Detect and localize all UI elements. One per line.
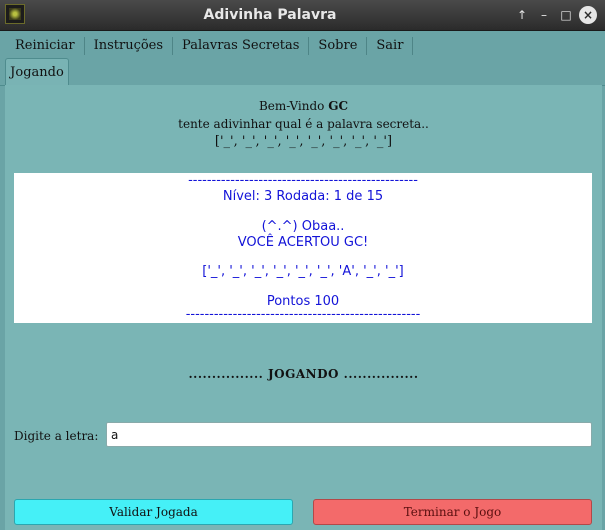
minimize-icon[interactable]: –: [535, 6, 553, 24]
menu-item-reiniciar[interactable]: Reiniciar: [6, 37, 85, 55]
menu-item-palavras-secretas[interactable]: Palavras Secretas: [173, 37, 310, 55]
secret-word-mask: ['_', '_', '_', '_', '_', '_', '_', '_']: [214, 134, 393, 149]
level-round-text: Nível: 3 Rodada: 1 de 15: [222, 189, 384, 204]
maximize-icon[interactable]: □: [557, 6, 575, 24]
validate-play-button[interactable]: Validar Jogada: [14, 499, 293, 525]
instruction-text: tente adivinhar qual é a palavra secreta…: [178, 117, 429, 131]
tab-strip: Jogando: [0, 58, 605, 86]
keep-above-icon[interactable]: ↑: [513, 6, 531, 24]
end-game-button[interactable]: Terminar o Jogo: [313, 499, 592, 525]
player-name: GC: [328, 99, 349, 113]
window-controls: ↑ – □ ×: [513, 0, 597, 30]
menu-bar: Reiniciar Instruções Palavras Secretas S…: [0, 31, 605, 59]
window-title: Adivinha Palavra: [203, 7, 337, 23]
welcome-block: Bem-Vindo GC tente adivinhar qual é a pa…: [5, 97, 602, 151]
emote-text: (^.^) Obaa..: [261, 219, 345, 234]
letter-input[interactable]: [106, 422, 592, 447]
greeting-text: Bem-Vindo: [258, 99, 325, 113]
tab-jogando[interactable]: Jogando: [5, 58, 69, 85]
result-divider-bottom: ----------------------------------------…: [185, 307, 421, 322]
game-panel: Bem-Vindo GC tente adivinhar qual é a pa…: [5, 85, 602, 530]
close-icon[interactable]: ×: [579, 6, 597, 24]
window-titlebar: Adivinha Palavra ↑ – □ ×: [0, 0, 605, 31]
revealed-word-mask: ['_', '_', '_', '_', '_', '_', 'A', '_',…: [202, 264, 404, 279]
menu-item-instrucoes[interactable]: Instruções: [85, 37, 174, 55]
result-display: ----------------------------------------…: [14, 173, 592, 323]
success-message: VOCÊ ACERTOU GC!: [237, 235, 369, 250]
game-status: ................ JOGANDO ...............…: [188, 367, 419, 381]
menu-item-sair[interactable]: Sair: [367, 37, 414, 55]
letter-input-label: Digite a letra:: [14, 429, 99, 443]
menu-item-sobre[interactable]: Sobre: [309, 37, 368, 55]
welcome-line: Bem-Vindo GC: [5, 97, 602, 115]
result-divider-top: ----------------------------------------…: [188, 173, 418, 188]
